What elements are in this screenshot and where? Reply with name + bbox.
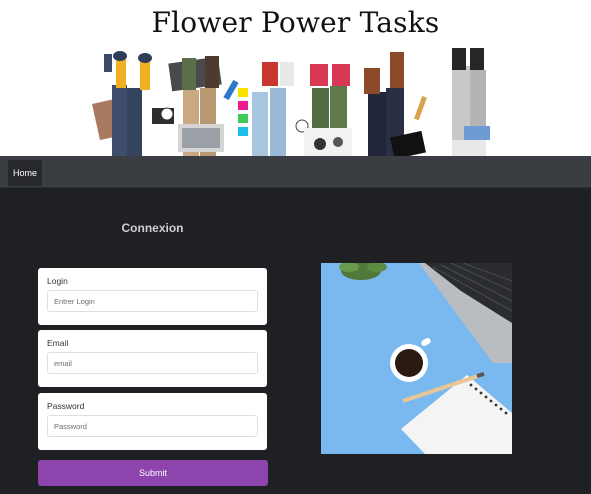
password-label: Password (47, 401, 85, 411)
login-input[interactable] (47, 290, 258, 312)
form-heading: Connexion (121, 221, 184, 235)
login-label: Login (47, 276, 68, 286)
email-input[interactable] (47, 352, 258, 374)
header-banner: Flower Power Tasks (0, 0, 591, 156)
password-field-card: Password (38, 393, 267, 450)
login-field-card: Login (38, 268, 267, 325)
email-field-card: Email (38, 330, 267, 387)
password-input[interactable] (47, 415, 258, 437)
site-title: Flower Power Tasks (151, 6, 440, 39)
navbar: Home (0, 156, 591, 188)
desk-photo (321, 263, 512, 454)
submit-button[interactable]: Submit (38, 460, 268, 486)
email-label: Email (47, 338, 69, 348)
nav-home-link[interactable]: Home (8, 160, 43, 186)
